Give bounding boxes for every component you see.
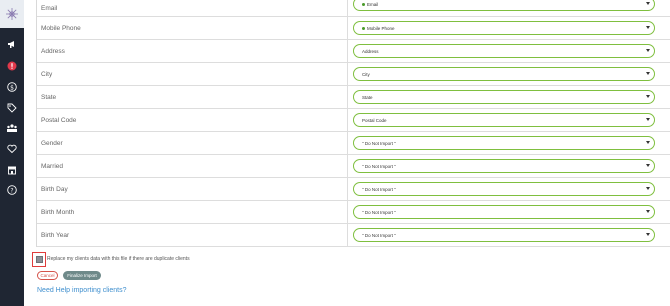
field-label: Birth Day [37, 178, 348, 200]
group-icon[interactable] [4, 120, 20, 136]
chevron-down-icon [646, 187, 650, 190]
heart-icon[interactable] [4, 141, 20, 157]
select-value: Email [367, 1, 379, 7]
select-cell: Postal Code [348, 109, 670, 131]
field-label: City [37, 63, 348, 85]
mapping-row: Postal Code Postal Code [37, 109, 670, 132]
chevron-down-icon [646, 164, 650, 167]
field-label: Email [37, 0, 348, 16]
select-value: Address [362, 48, 379, 54]
select-value: City [362, 71, 370, 77]
field-select[interactable]: " Do Not Import " [353, 159, 655, 173]
logo[interactable] [0, 0, 24, 28]
select-cell: " Do Not Import " [348, 178, 670, 200]
mapping-row: Birth Year " Do Not Import " [37, 224, 670, 247]
select-cell: " Do Not Import " [348, 132, 670, 154]
field-label: Gender [37, 132, 348, 154]
replace-duplicates-checkbox[interactable] [35, 256, 43, 263]
field-select[interactable]: " Do Not Import " [353, 136, 655, 150]
chevron-down-icon [646, 26, 650, 29]
mapping-row: Birth Day " Do Not Import " [37, 178, 670, 201]
field-select[interactable]: Postal Code [353, 113, 655, 127]
replace-duplicates-checkbox-highlight [32, 252, 46, 267]
megaphone-icon[interactable] [4, 36, 20, 52]
select-cell: State [348, 86, 670, 108]
store-icon[interactable] [4, 162, 20, 178]
mapping-row: Email Email [37, 0, 670, 17]
alert-icon[interactable] [4, 58, 20, 74]
select-value: " Do Not Import " [362, 209, 396, 215]
svg-text:?: ? [10, 187, 13, 194]
mapping-row: State State [37, 86, 670, 109]
sidebar: $ ? [0, 0, 24, 306]
chevron-down-icon [646, 210, 650, 213]
dollar-icon[interactable]: $ [4, 79, 20, 95]
field-label: Birth Year [37, 224, 348, 246]
select-value: " Do Not Import " [362, 232, 396, 238]
select-cell: " Do Not Import " [348, 224, 670, 246]
field-label: Married [37, 155, 348, 177]
chevron-down-icon [646, 2, 650, 5]
chevron-down-icon [646, 233, 650, 236]
select-value: " Do Not Import " [362, 163, 396, 169]
help-link[interactable]: Need Help importing clients? [37, 287, 127, 294]
field-select[interactable]: State [353, 90, 655, 104]
select-cell: Email [348, 0, 670, 16]
select-value: State [362, 94, 373, 100]
select-cell: " Do Not Import " [348, 155, 670, 177]
mapping-row: Address Address [37, 40, 670, 63]
chevron-down-icon [646, 95, 650, 98]
finalize-import-button[interactable]: Finalize Import [63, 271, 101, 280]
field-select[interactable]: City [353, 67, 655, 81]
chevron-down-icon [646, 72, 650, 75]
field-select[interactable]: " Do Not Import " [353, 228, 655, 242]
field-select[interactable]: Mobile Phone [353, 21, 655, 35]
field-label: Postal Code [37, 109, 348, 131]
select-cell: Mobile Phone [348, 17, 670, 39]
select-cell: Address [348, 40, 670, 62]
svg-text:$: $ [10, 84, 14, 91]
chevron-down-icon [646, 141, 650, 144]
field-select[interactable]: Address [353, 44, 655, 58]
tag-icon[interactable] [4, 100, 20, 116]
field-select[interactable]: " Do Not Import " [353, 182, 655, 196]
field-mapping-table: Email Email Mobile Phone Mobile Phone Addres… [36, 0, 670, 247]
selected-dot-icon [362, 26, 365, 30]
selected-dot-icon [362, 2, 365, 6]
mapping-row: City City [37, 63, 670, 86]
cancel-button[interactable]: Cancel [37, 271, 58, 280]
select-value: Mobile Phone [367, 25, 395, 31]
select-cell: " Do Not Import " [348, 201, 670, 223]
field-select[interactable]: Email [353, 0, 655, 11]
field-label: Mobile Phone [37, 17, 348, 39]
chevron-down-icon [646, 118, 650, 121]
field-label: State [37, 86, 348, 108]
select-value: Postal Code [362, 117, 387, 123]
field-label: Address [37, 40, 348, 62]
mapping-row: Married " Do Not Import " [37, 155, 670, 178]
mapping-row: Birth Month " Do Not Import " [37, 201, 670, 224]
select-value: " Do Not Import " [362, 140, 396, 146]
help-icon[interactable]: ? [4, 182, 20, 198]
field-select[interactable]: " Do Not Import " [353, 205, 655, 219]
mapping-row: Mobile Phone Mobile Phone [37, 17, 670, 40]
select-value: " Do Not Import " [362, 186, 396, 192]
mapping-row: Gender " Do Not Import " [37, 132, 670, 155]
field-label: Birth Month [37, 201, 348, 223]
chevron-down-icon [646, 49, 650, 52]
select-cell: City [348, 63, 670, 85]
replace-duplicates-label: Replace my clients data with this file i… [47, 256, 190, 262]
logo-icon [6, 8, 18, 20]
